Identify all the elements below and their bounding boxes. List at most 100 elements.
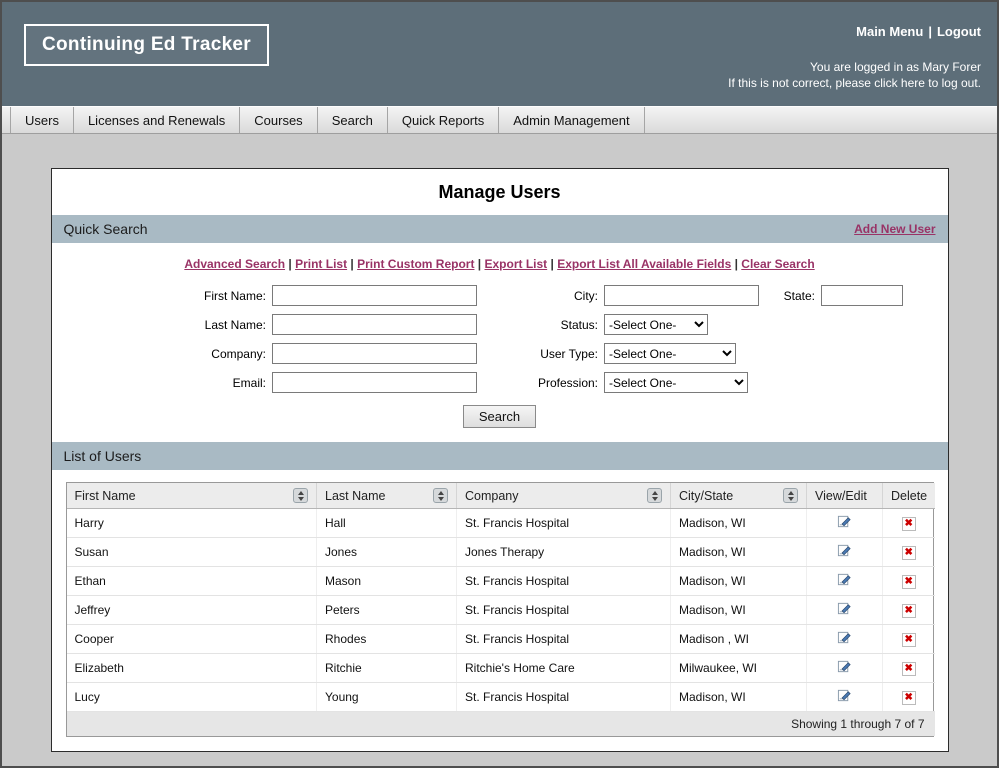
app-window: Continuing Ed Tracker Main Menu | Logout Y…: [2, 2, 997, 752]
first-name-input[interactable]: [272, 285, 477, 306]
tab-courses[interactable]: Courses: [240, 107, 317, 133]
company-cell: Jones Therapy: [457, 538, 671, 567]
company-cell: St. Francis Hospital: [457, 567, 671, 596]
profession-field: -Select One-: [604, 372, 759, 393]
logout-hint: If this is not correct, please click her…: [728, 75, 981, 91]
tab-admin-management[interactable]: Admin Management: [499, 107, 644, 133]
view-edit-cell: [807, 509, 883, 538]
delete-icon[interactable]: ✖: [902, 604, 916, 618]
first-name-cell: Harry: [67, 509, 317, 538]
city-label: City:: [483, 289, 598, 303]
state-input[interactable]: [821, 285, 903, 306]
user-type-select[interactable]: -Select One-: [604, 343, 736, 364]
last-name-cell: Rhodes: [317, 625, 457, 654]
col-view-edit-label: View/Edit: [815, 489, 867, 503]
delete-icon[interactable]: ✖: [902, 575, 916, 589]
col-city-state-label: City/State: [679, 489, 733, 503]
view-edit-cell: [807, 683, 883, 712]
sort-first-name-icon[interactable]: [293, 488, 308, 503]
delete-cell: ✖: [883, 625, 935, 654]
table-header-row: First Name Last Name: [67, 483, 935, 509]
search-button[interactable]: Search: [463, 405, 536, 428]
last-name-cell: Peters: [317, 596, 457, 625]
col-first-name-label: First Name: [75, 489, 136, 503]
delete-icon[interactable]: ✖: [902, 691, 916, 705]
last-name-input[interactable]: [272, 314, 477, 335]
edit-icon[interactable]: [837, 572, 852, 587]
clear-search-link[interactable]: Clear Search: [741, 257, 814, 271]
last-name-label: Last Name:: [96, 318, 266, 332]
status-select[interactable]: -Select One-: [604, 314, 708, 335]
edit-icon[interactable]: [837, 688, 852, 703]
sort-city-state-icon[interactable]: [783, 488, 798, 503]
login-info: You are logged in as Mary Forer If this …: [728, 59, 981, 91]
delete-icon[interactable]: ✖: [902, 546, 916, 560]
delete-cell: ✖: [883, 683, 935, 712]
table-row: CooperRhodesSt. Francis HospitalMadison …: [67, 625, 935, 654]
quick-search-title: Quick Search: [64, 221, 148, 237]
logout-link[interactable]: Logout: [937, 24, 981, 39]
city-state-cell: Madison, WI: [671, 538, 807, 567]
company-input[interactable]: [272, 343, 477, 364]
tab-users[interactable]: Users: [10, 107, 74, 133]
print-list-link[interactable]: Print List: [295, 257, 347, 271]
logged-in-text: You are logged in as Mary Forer: [728, 59, 981, 75]
email-input[interactable]: [272, 372, 477, 393]
app-logo-text: Continuing Ed Tracker: [42, 34, 251, 55]
sort-last-name-icon[interactable]: [433, 488, 448, 503]
table-footer-text: Showing 1 through 7 of 7: [67, 712, 935, 737]
last-name-cell: Young: [317, 683, 457, 712]
edit-icon[interactable]: [837, 514, 852, 529]
delete-cell: ✖: [883, 509, 935, 538]
link-separator: |: [285, 257, 295, 271]
tab-licenses-and-renewals[interactable]: Licenses and Renewals: [74, 107, 240, 133]
print-custom-report-link[interactable]: Print Custom Report: [357, 257, 474, 271]
link-separator: |: [347, 257, 357, 271]
edit-icon[interactable]: [837, 659, 852, 674]
app-header: Continuing Ed Tracker Main Menu | Logout Y…: [2, 2, 997, 106]
edit-icon[interactable]: [837, 630, 852, 645]
city-input[interactable]: [604, 285, 759, 306]
profession-select[interactable]: -Select One-: [604, 372, 748, 393]
quick-search-header: Quick Search Add New User: [52, 215, 948, 243]
advanced-search-link[interactable]: Advanced Search: [184, 257, 285, 271]
menu-separator: |: [928, 24, 932, 39]
main-nav: Users Licenses and Renewals Courses Sear…: [2, 106, 997, 134]
tab-search[interactable]: Search: [318, 107, 388, 133]
table-row: ElizabethRitchieRitchie's Home CareMilwa…: [67, 654, 935, 683]
last-name-cell: Jones: [317, 538, 457, 567]
company-cell: St. Francis Hospital: [457, 683, 671, 712]
list-of-users-header: List of Users: [52, 442, 948, 470]
user-type-label: User Type:: [483, 347, 598, 361]
edit-icon[interactable]: [837, 601, 852, 616]
col-company: Company: [457, 483, 671, 509]
content-area: Manage Users Quick Search Add New User A…: [2, 134, 997, 752]
last-name-cell: Mason: [317, 567, 457, 596]
link-separator: |: [474, 257, 484, 271]
edit-icon[interactable]: [837, 543, 852, 558]
list-of-users-title: List of Users: [64, 448, 142, 464]
status-field: -Select One-: [604, 314, 759, 335]
profession-label: Profession:: [483, 376, 598, 390]
add-new-user-link[interactable]: Add New User: [854, 222, 935, 236]
last-name-cell: Hall: [317, 509, 457, 538]
delete-icon[interactable]: ✖: [902, 662, 916, 676]
click-here-link[interactable]: click here: [874, 76, 925, 90]
users-table-wrap: First Name Last Name: [66, 482, 934, 737]
delete-icon[interactable]: ✖: [902, 517, 916, 531]
tab-quick-reports[interactable]: Quick Reports: [388, 107, 499, 133]
header-menu-links: Main Menu | Logout: [728, 24, 981, 39]
export-list-all-fields-link[interactable]: Export List All Available Fields: [557, 257, 731, 271]
last-name-cell: Ritchie: [317, 654, 457, 683]
delete-icon[interactable]: ✖: [902, 633, 916, 647]
link-separator: |: [731, 257, 741, 271]
delete-cell: ✖: [883, 538, 935, 567]
table-footer-row: Showing 1 through 7 of 7: [67, 712, 935, 737]
table-row: EthanMasonSt. Francis HospitalMadison, W…: [67, 567, 935, 596]
city-state-cell: Madison , WI: [671, 625, 807, 654]
main-menu-link[interactable]: Main Menu: [856, 24, 923, 39]
sort-company-icon[interactable]: [647, 488, 662, 503]
user-type-field: -Select One-: [604, 343, 759, 364]
search-form: First Name: City: State: Last Name: Stat…: [52, 285, 948, 393]
export-list-link[interactable]: Export List: [485, 257, 548, 271]
